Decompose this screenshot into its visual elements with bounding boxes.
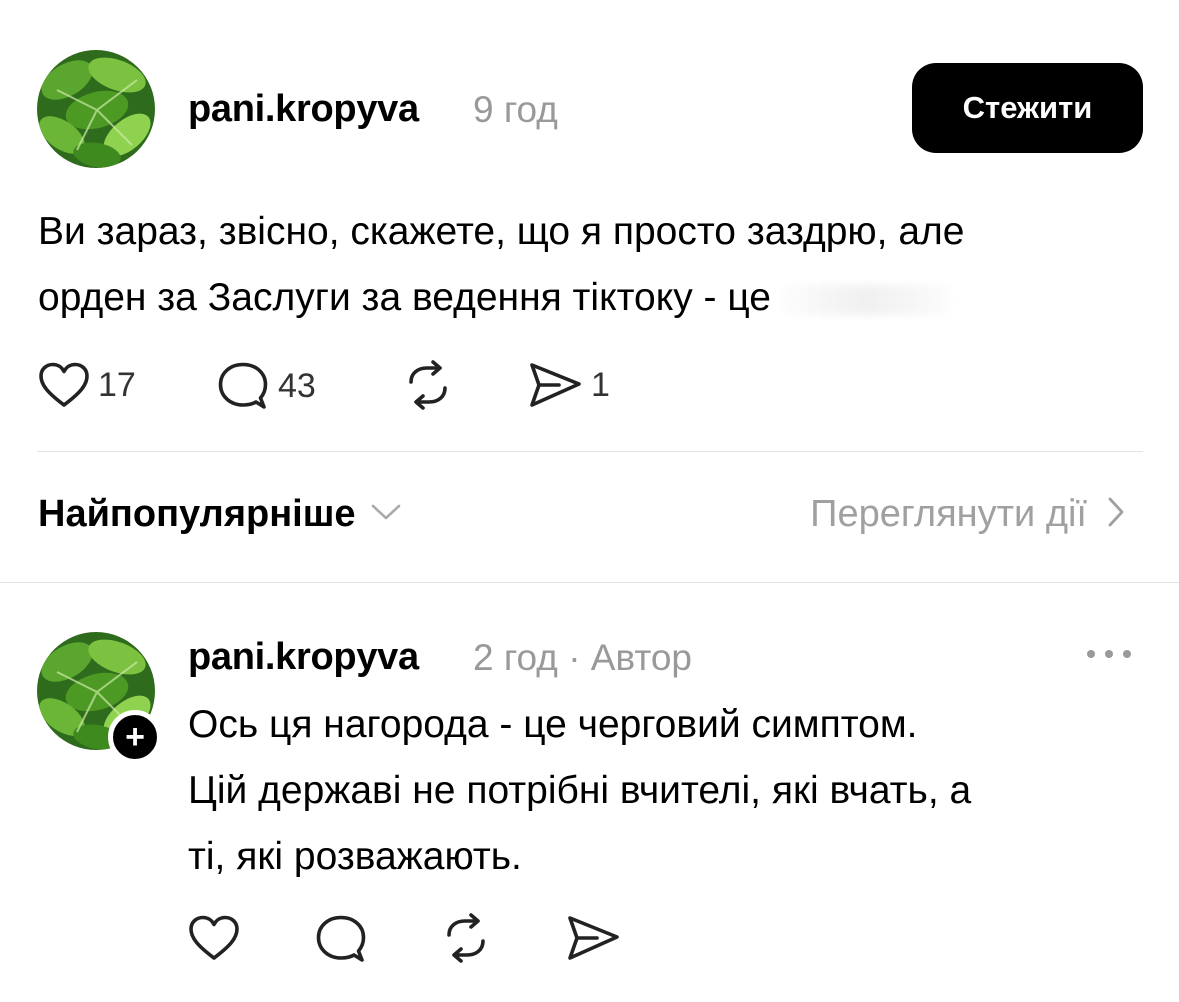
comment-icon <box>314 913 368 965</box>
post-username[interactable]: pani.kropyva <box>188 88 419 131</box>
chevron-down-icon <box>370 502 402 527</box>
comment-icon <box>216 360 270 412</box>
share-icon <box>565 913 621 963</box>
post-text-line-1: Ви зараз, звісно, скажете, що я просто з… <box>38 210 965 253</box>
header-divider <box>0 582 1179 583</box>
reply-username[interactable]: pani.kropyva <box>188 636 419 679</box>
follow-plus-badge[interactable]: + <box>108 710 162 764</box>
more-options-button[interactable] <box>1078 637 1140 673</box>
heart-icon <box>38 362 90 408</box>
sort-label: Найпопулярніше <box>38 493 356 535</box>
like-count: 17 <box>98 365 136 404</box>
reply-text: Ось ця нагорода - це черговий симптом. Ц… <box>188 692 1148 890</box>
follow-button[interactable]: Стежити <box>912 63 1143 153</box>
chevron-right-icon <box>1107 496 1125 533</box>
post-time: 9 год <box>473 89 558 130</box>
like-button[interactable]: 17 <box>38 362 136 408</box>
reply-time: 2 год <box>473 637 558 678</box>
comment-count: 43 <box>278 366 316 405</box>
repost-icon <box>401 360 455 410</box>
post-text-line-2: орден за Заслуги за ведення тіктоку - це <box>38 276 771 319</box>
reply-meta: 2 год · Автор <box>473 637 692 679</box>
sort-dropdown[interactable]: Найпопулярніше <box>38 493 402 536</box>
reply-comment-button[interactable] <box>314 913 368 965</box>
reply-text-line-2: Цій державі не потрібні вчителі, які вча… <box>188 769 972 812</box>
view-activity-label: Переглянути дії <box>810 493 1087 535</box>
more-icon <box>1085 646 1133 664</box>
view-activity-link[interactable]: Переглянути дії <box>810 493 1125 536</box>
share-button[interactable]: 1 <box>527 360 610 410</box>
heart-icon <box>188 915 240 961</box>
reply-repost-button[interactable] <box>439 913 493 963</box>
repost-button[interactable] <box>401 360 455 410</box>
meta-separator: · <box>568 637 581 678</box>
post-divider <box>37 451 1143 452</box>
reply-like-button[interactable] <box>188 915 240 961</box>
share-count: 1 <box>591 365 610 404</box>
reply-share-button[interactable] <box>565 913 621 963</box>
reply-text-line-1: Ось ця нагорода - це черговий симптом. <box>188 703 918 746</box>
share-icon <box>527 360 583 410</box>
author-badge: Автор <box>590 637 693 678</box>
comment-button[interactable]: 43 <box>216 360 316 412</box>
post-avatar[interactable] <box>37 50 155 168</box>
post-text: Ви зараз, звісно, скажете, що я просто з… <box>38 199 1158 331</box>
reply-text-line-3: ті, які розважають. <box>188 835 522 878</box>
repost-icon <box>439 913 493 963</box>
blurred-word <box>780 284 951 315</box>
